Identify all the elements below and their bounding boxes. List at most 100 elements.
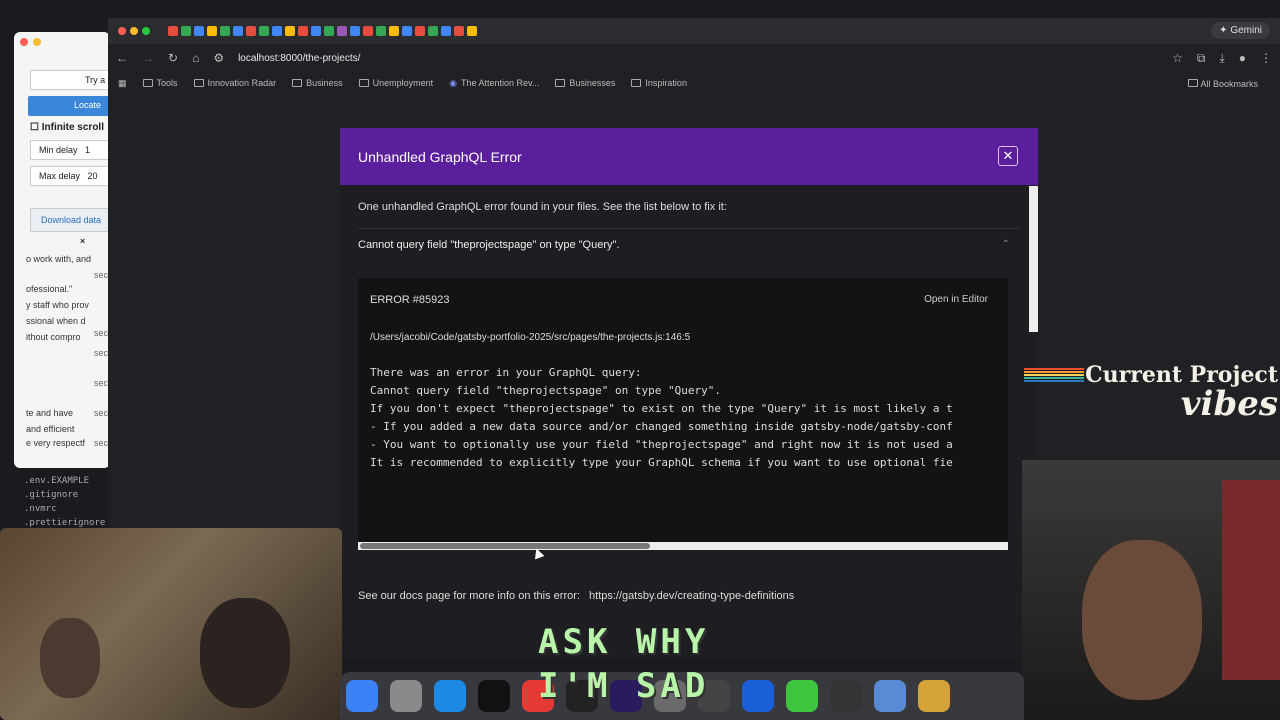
tab-favicon[interactable] xyxy=(220,26,230,36)
bookmark-star-icon[interactable]: ☆ xyxy=(1172,51,1183,65)
acoustic-panel xyxy=(1222,480,1280,680)
error-accordion[interactable]: Cannot query field "theprojectspage" on … xyxy=(358,228,1020,264)
tab-favicon[interactable] xyxy=(207,26,217,36)
docs-link[interactable]: https://gatsby.dev/creating-type-definit… xyxy=(589,590,794,602)
close-window-dot[interactable] xyxy=(20,38,28,46)
system-settings-icon[interactable] xyxy=(390,680,422,712)
bookmark-business[interactable]: Business xyxy=(292,78,343,88)
gemini-button[interactable]: ✦ Gemini xyxy=(1211,22,1270,39)
close-icon[interactable]: ✕ xyxy=(998,146,1018,166)
tab-favicon[interactable] xyxy=(441,26,451,36)
tab-favicon[interactable] xyxy=(311,26,321,36)
scrollbar-thumb[interactable] xyxy=(360,543,650,549)
open-in-editor-button[interactable]: Open in Editor xyxy=(924,294,988,305)
app-icon[interactable] xyxy=(742,680,774,712)
maximize-window-dot[interactable] xyxy=(142,27,150,35)
site-info-icon[interactable]: ⚙ xyxy=(213,51,224,65)
bookmark-inspiration[interactable]: Inspiration xyxy=(631,78,687,88)
tab-favicon[interactable] xyxy=(181,26,191,36)
download-icon[interactable]: ⤓ xyxy=(1219,51,1224,66)
tab-favicon[interactable] xyxy=(402,26,412,36)
caption-line2: I'M SAD xyxy=(538,666,710,706)
accordion-title: Cannot query field "theprojectspage" on … xyxy=(358,239,620,251)
forward-icon[interactable]: → xyxy=(142,51,154,65)
sec-label: sec xyxy=(94,270,109,280)
back-icon[interactable]: ← xyxy=(116,51,128,65)
obs-icon[interactable] xyxy=(830,680,862,712)
error-header: ERROR #85923 Open in Editor xyxy=(358,278,1008,322)
snippet-text: ssional when d xyxy=(26,316,86,326)
error-line: - You want to optionally use your field … xyxy=(370,438,953,451)
bookmark-unemployment[interactable]: Unemployment xyxy=(358,78,433,88)
tab-favicon[interactable] xyxy=(272,26,282,36)
file-tree-item[interactable]: .nvmrc xyxy=(24,504,114,514)
folder-icon xyxy=(631,79,642,87)
tab-favicon[interactable] xyxy=(415,26,425,36)
download-data-button[interactable]: Download data xyxy=(30,208,110,232)
snippet-text: ithout compro xyxy=(26,332,81,342)
url-input[interactable]: localhost:8000/the-projects/ xyxy=(238,53,360,64)
file-tree-item[interactable]: .gitignore xyxy=(24,490,114,500)
all-bookmarks[interactable]: All Bookmarks xyxy=(1188,79,1258,89)
chevron-up-icon[interactable]: ⌃ xyxy=(1002,239,1010,250)
bookmark-attention-rev[interactable]: ◉ The Attention Rev... xyxy=(449,78,539,89)
tab-favicon[interactable] xyxy=(454,26,464,36)
error-file-path: /Users/jacobi/Code/gatsby-portfolio-2025… xyxy=(370,332,691,343)
locate-button[interactable]: Locate xyxy=(28,96,110,116)
tab-favicon[interactable] xyxy=(324,26,334,36)
terminal-icon[interactable] xyxy=(478,680,510,712)
tab-favicon[interactable] xyxy=(467,26,477,36)
bookmark-label: Innovation Radar xyxy=(207,78,277,88)
bookmark-tools[interactable]: Tools xyxy=(142,78,178,88)
reload-icon[interactable]: ↻ xyxy=(168,51,178,65)
tab-favicon[interactable] xyxy=(389,26,399,36)
tab-favicon[interactable] xyxy=(350,26,360,36)
snippet-text: e very respectf xyxy=(26,438,86,448)
snippet-text: o work with, and xyxy=(26,254,92,264)
close-icon[interactable]: × xyxy=(80,236,85,246)
stream-title-line2: vibes xyxy=(1180,384,1278,424)
minimize-window-dot[interactable] xyxy=(33,38,41,46)
folder-icon xyxy=(358,79,369,87)
error-line: Cannot query field "theprojectspage" on … xyxy=(370,384,721,397)
app-icon[interactable] xyxy=(918,680,950,712)
app-store-icon[interactable] xyxy=(346,680,378,712)
extensions-icon[interactable]: ⧉ xyxy=(1197,51,1206,66)
bookmark-businesses[interactable]: Businesses xyxy=(555,78,615,88)
modal-intro: One unhandled GraphQL error found in you… xyxy=(358,201,727,213)
modal-title: Unhandled GraphQL Error xyxy=(358,148,522,165)
horizontal-scrollbar[interactable] xyxy=(358,542,1008,550)
profile-icon[interactable]: ● xyxy=(1239,51,1246,65)
home-icon[interactable]: ⌂ xyxy=(192,51,199,65)
messages-icon[interactable] xyxy=(786,680,818,712)
tab-favicon[interactable] xyxy=(285,26,295,36)
menu-icon[interactable]: ⋮ xyxy=(1260,51,1272,65)
tab-favicon[interactable] xyxy=(376,26,386,36)
apps-icon[interactable]: ▦ xyxy=(118,78,127,89)
infinite-scroll-checkbox[interactable]: ☐ Infinite scroll xyxy=(30,122,104,133)
bookmark-innovation-radar[interactable]: Innovation Radar xyxy=(193,78,277,88)
tab-favicon[interactable] xyxy=(194,26,204,36)
file-tree-item[interactable]: .prettierignore xyxy=(24,518,114,528)
file-tree-item[interactable]: .env.EXAMPLE xyxy=(24,476,114,486)
bookmark-label: Tools xyxy=(156,78,178,88)
vertical-scrollbar[interactable] xyxy=(1029,186,1038,332)
vscode-icon[interactable] xyxy=(434,680,466,712)
tab-favicon[interactable] xyxy=(298,26,308,36)
minimize-window-dot[interactable] xyxy=(130,27,138,35)
tab-favicon[interactable] xyxy=(337,26,347,36)
try-button[interactable]: Try a xyxy=(30,70,110,90)
tab-favicon[interactable] xyxy=(259,26,269,36)
tab-favicon[interactable] xyxy=(428,26,438,36)
max-delay-field[interactable]: Max delay 20 xyxy=(30,166,110,186)
close-window-dot[interactable] xyxy=(118,27,126,35)
tab-favicon[interactable] xyxy=(233,26,243,36)
tab-favicon[interactable] xyxy=(246,26,256,36)
tab-favicon[interactable] xyxy=(168,26,178,36)
docs-text: See our docs page for more info on this … xyxy=(358,590,580,602)
preview-icon[interactable] xyxy=(874,680,906,712)
min-delay-field[interactable]: Min delay 1 xyxy=(30,140,110,160)
bookmarks-bar: ▦ Tools Innovation Radar Business Unempl… xyxy=(108,72,1280,94)
background-app-window: Try a Locate ☐ Infinite scroll Min delay… xyxy=(14,32,110,468)
tab-favicon[interactable] xyxy=(363,26,373,36)
